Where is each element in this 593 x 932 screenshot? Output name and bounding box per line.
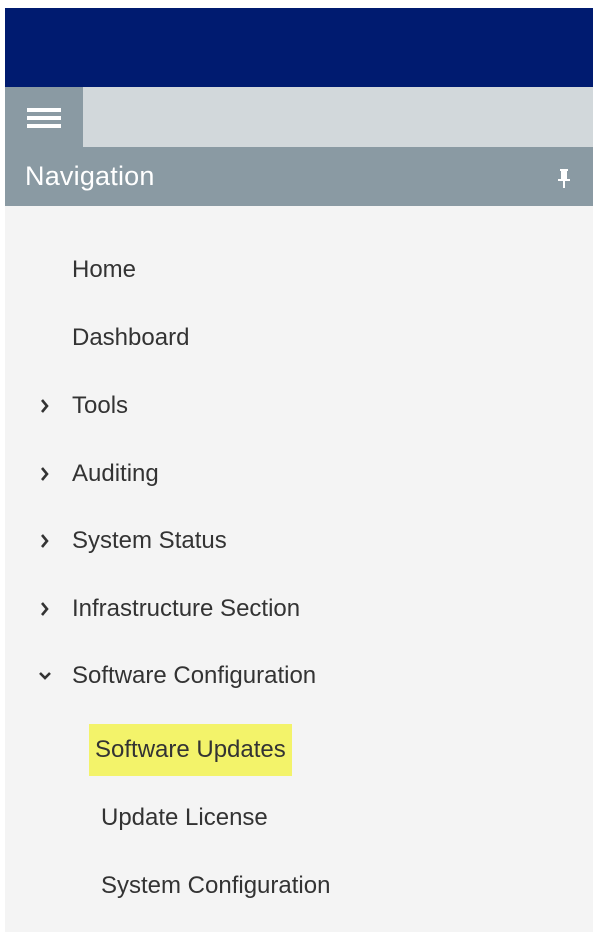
app-frame: Navigation Home Dashboard Tools Auditing: [5, 8, 593, 932]
nav-subitem-update-license[interactable]: Update License: [95, 798, 274, 838]
pin-icon[interactable]: [556, 169, 572, 189]
hamburger-line: [27, 116, 61, 120]
top-banner: [5, 8, 593, 87]
nav-item-label: System Status: [72, 527, 227, 554]
nav-item-label: Software Configuration: [72, 662, 317, 689]
chevron-right-icon: [41, 467, 49, 481]
nav-item-home[interactable]: Home: [72, 250, 136, 290]
nav-subitem-label: System Configuration: [101, 872, 331, 899]
nav-item-tools[interactable]: Tools: [5, 386, 405, 426]
nav-item-label: Auditing: [72, 460, 159, 487]
nav-item-infrastructure-section[interactable]: Infrastructure Section: [5, 589, 425, 629]
chevron-right-icon: [41, 602, 49, 616]
chevron-right-icon: [41, 399, 49, 413]
chevron-right-icon: [41, 534, 49, 548]
nav-subitem-system-configuration[interactable]: System Configuration: [95, 866, 336, 906]
hamburger-menu-icon[interactable]: [5, 87, 83, 147]
nav-item-system-status[interactable]: System Status: [5, 521, 405, 561]
hamburger-line: [27, 108, 61, 112]
nav-item-label: Dashboard: [72, 324, 190, 351]
toolbar: [5, 87, 593, 147]
hamburger-line: [27, 124, 61, 128]
navigation-header: Navigation: [5, 147, 593, 206]
nav-item-dashboard[interactable]: Dashboard: [72, 318, 189, 358]
nav-item-label: Tools: [72, 392, 129, 419]
nav-subitem-software-updates[interactable]: Software Updates: [89, 724, 292, 776]
nav-subitem-label: Update License: [101, 804, 268, 831]
nav-subitem-label: Software Updates: [89, 724, 292, 776]
nav-item-label: Infrastructure Section: [72, 595, 301, 622]
nav-item-label: Home: [72, 256, 137, 283]
chevron-down-icon: [39, 672, 51, 680]
nav-item-auditing[interactable]: Auditing: [5, 454, 405, 494]
nav-item-software-configuration[interactable]: Software Configuration: [5, 656, 425, 696]
navigation-title: Navigation: [25, 161, 155, 191]
